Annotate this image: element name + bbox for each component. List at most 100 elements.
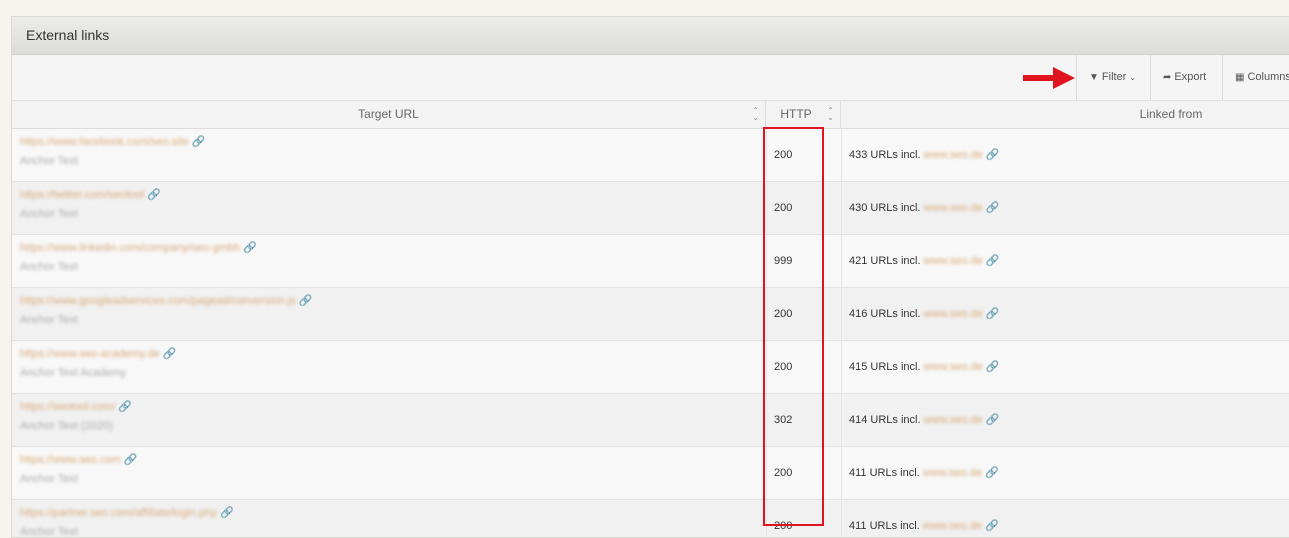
linked-from-link[interactable]: www.seo.de: [923, 520, 982, 532]
linked-from-cell: 433 URLs incl. www.seo.de 🔗: [849, 129, 1000, 181]
column-header-linked-from[interactable]: Linked from: [841, 101, 1289, 128]
external-link-icon[interactable]: 🔗: [986, 361, 1000, 373]
linked-from-link[interactable]: www.seo.de: [924, 308, 983, 320]
table-header: Target URL ⌃ ⌄ HTTP ⌃ ⌄ Linked from: [12, 101, 1289, 129]
anchor-text: Anchor Text (2020): [20, 420, 113, 432]
table-row: https://www.seo.com 🔗 Anchor Text 200 411 UR…: [12, 447, 1289, 500]
grid-icon: ▦: [1235, 72, 1245, 83]
linked-from-cell: 421 URLs incl. www.seo.de 🔗: [849, 235, 1000, 287]
sort-icon[interactable]: ⌃ ⌄: [827, 107, 834, 122]
annotation-arrow-icon: [1023, 67, 1075, 89]
target-url-link[interactable]: https://www.seo-academy.de: [20, 348, 160, 360]
external-link-icon[interactable]: 🔗: [163, 348, 177, 360]
target-url-cell: https://www.seo.com 🔗 Anchor Text: [20, 453, 760, 485]
external-link-icon[interactable]: 🔗: [986, 202, 1000, 214]
external-link-icon[interactable]: 🔗: [985, 520, 999, 532]
linked-from-cell: 411 URLs incl. www.seo.de 🔗: [849, 500, 999, 537]
target-url-link[interactable]: https://www.facebook.com/seo.site: [20, 136, 189, 148]
external-link-icon[interactable]: 🔗: [986, 255, 1000, 267]
filter-button[interactable]: ▼ Filter ⌄: [1076, 55, 1150, 100]
linked-from-cell: 416 URLs incl. www.seo.de 🔗: [849, 288, 1000, 340]
column-divider: [841, 182, 842, 234]
target-url-link[interactable]: https://www.seo.com: [20, 454, 121, 466]
linked-from-cell: 430 URLs incl. www.seo.de 🔗: [849, 182, 1000, 234]
linked-from-link[interactable]: www.seo.de: [924, 149, 983, 161]
filter-label: Filter: [1101, 71, 1127, 83]
columns-button[interactable]: ▦ Columns: [1222, 55, 1289, 100]
linked-from-link[interactable]: www.seo.de: [924, 414, 983, 426]
linked-from-link[interactable]: www.seo.de: [924, 202, 983, 214]
linked-count: 433 URLs incl.: [849, 149, 921, 161]
target-url-link[interactable]: https://seotool.com/: [20, 401, 115, 413]
column-label: Linked from: [1139, 107, 1203, 121]
filter-icon: ▼: [1089, 72, 1099, 83]
external-link-icon[interactable]: 🔗: [299, 295, 313, 307]
external-link-icon[interactable]: 🔗: [124, 454, 138, 466]
linked-count: 430 URLs incl.: [849, 202, 921, 214]
target-url-cell: https://www.facebook.com/seo.site 🔗 Anchor…: [20, 135, 760, 167]
linked-count: 411 URLs incl.: [849, 520, 920, 532]
target-url-cell: https://www.googleadservices.com/pagead/…: [20, 294, 760, 326]
target-url-cell: https://www.seo-academy.de 🔗 Anchor Text A…: [20, 347, 760, 379]
column-divider: [841, 288, 842, 340]
table-row: https://www.googleadservices.com/pagead/…: [12, 288, 1289, 341]
linked-from-link[interactable]: www.seo.de: [924, 361, 983, 373]
column-divider: [841, 394, 842, 446]
external-link-icon[interactable]: 🔗: [986, 308, 1000, 320]
column-label: HTTP: [780, 107, 812, 121]
export-button[interactable]: ➦ Export: [1150, 55, 1222, 100]
sort-icon[interactable]: ⌃ ⌄: [752, 107, 759, 122]
linked-from-cell: 415 URLs incl. www.seo.de 🔗: [849, 341, 1000, 393]
linked-count: 411 URLs incl.: [849, 467, 920, 479]
external-link-icon[interactable]: 🔗: [118, 401, 132, 413]
column-divider: [841, 341, 842, 393]
external-link-icon[interactable]: 🔗: [192, 136, 206, 148]
column-divider: [841, 447, 842, 499]
target-url-link[interactable]: https://twitter.com/seotool: [20, 189, 144, 201]
column-divider: [841, 235, 842, 287]
external-link-icon[interactable]: 🔗: [220, 507, 234, 519]
table-row: https://www.linkedin.com/company/seo-gmb…: [12, 235, 1289, 288]
target-url-cell: https://www.linkedin.com/company/seo-gmb…: [20, 241, 760, 273]
target-url-cell: https://seotool.com/🔗 Anchor Text (2020): [20, 400, 760, 432]
column-divider: [841, 500, 842, 537]
anchor-text: Anchor Text: [20, 473, 78, 485]
columns-label: Columns: [1247, 71, 1289, 83]
external-link-icon[interactable]: 🔗: [986, 414, 1000, 426]
column-header-target-url[interactable]: Target URL ⌃ ⌄: [12, 101, 766, 128]
target-url-link[interactable]: https://www.linkedin.com/company/seo-gmb…: [20, 242, 240, 254]
table-row: https://partner.seo.com/affiliate/login.…: [12, 500, 1289, 538]
column-label: Target URL: [358, 107, 419, 121]
linked-count: 415 URLs incl.: [849, 361, 921, 373]
linked-from-link[interactable]: www.seo.de: [923, 467, 982, 479]
external-link-icon[interactable]: 🔗: [985, 467, 999, 479]
share-icon: ➦: [1163, 72, 1172, 83]
external-link-icon[interactable]: 🔗: [243, 242, 257, 254]
external-link-icon[interactable]: 🔗: [147, 189, 161, 201]
target-url-link[interactable]: https://www.googleadservices.com/pagead/…: [20, 295, 296, 307]
linked-from-cell: 411 URLs incl. www.seo.de 🔗: [849, 447, 999, 499]
anchor-text: Anchor Text: [20, 314, 78, 326]
linked-count: 421 URLs incl.: [849, 255, 921, 267]
linked-from-link[interactable]: www.seo.de: [924, 255, 983, 267]
column-divider: [841, 129, 842, 181]
table-row: https://www.seo-academy.de 🔗 Anchor Text A…: [12, 341, 1289, 394]
table-row: https://seotool.com/🔗 Anchor Text (2020) 3…: [12, 394, 1289, 447]
table-row: https://twitter.com/seotool 🔗 Anchor Text 2…: [12, 182, 1289, 235]
target-url-cell: https://twitter.com/seotool 🔗 Anchor Text: [20, 188, 760, 220]
anchor-text: Anchor Text: [20, 261, 78, 273]
linked-count: 414 URLs incl.: [849, 414, 921, 426]
column-header-http[interactable]: HTTP ⌃ ⌄: [766, 101, 841, 128]
external-link-icon[interactable]: 🔗: [986, 149, 1000, 161]
export-label: Export: [1174, 71, 1207, 83]
linked-count: 416 URLs incl.: [849, 308, 921, 320]
anchor-text: Anchor Text: [20, 155, 78, 167]
target-url-link[interactable]: https://partner.seo.com/affiliate/login.…: [20, 507, 217, 519]
panel-title: External links: [12, 17, 1289, 55]
linked-from-cell: 414 URLs incl. www.seo.de 🔗: [849, 394, 1000, 446]
anchor-text: Anchor Text: [20, 208, 78, 220]
external-links-panel: External links ▼ Filter ⌄ ➦ Export ▦ Columns…: [11, 16, 1289, 538]
annotation-highlight-box: [763, 127, 824, 526]
anchor-text: Anchor Text: [20, 526, 78, 538]
table-row: https://www.facebook.com/seo.site 🔗 Anchor…: [12, 129, 1289, 182]
